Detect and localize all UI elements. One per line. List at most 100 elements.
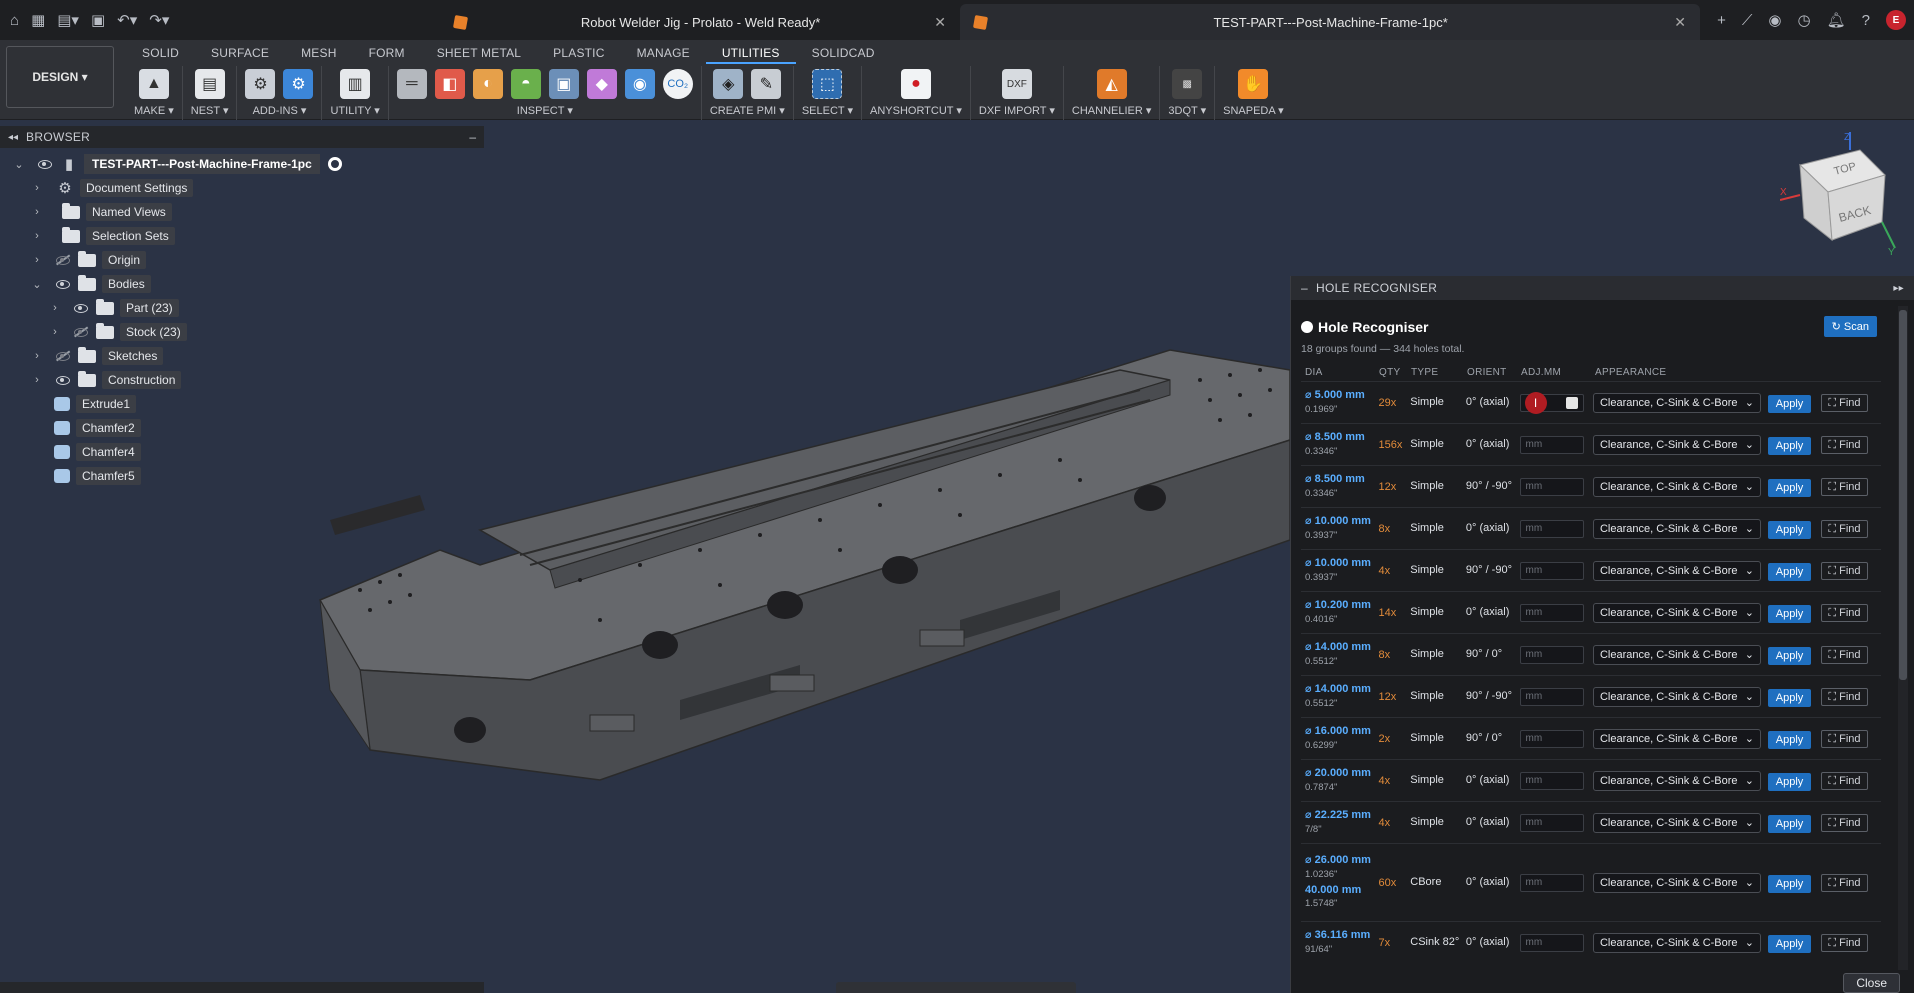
scripts-icon[interactable]: ⚙: [245, 69, 276, 99]
model-viewport[interactable]: [300, 320, 1300, 790]
tree-item-document-settings[interactable]: › ⚙ Document Settings: [0, 176, 484, 200]
adjust-mm-input[interactable]: mm: [1519, 687, 1584, 706]
apply-button[interactable]: Apply: [1767, 562, 1812, 581]
adjust-mm-input[interactable]: mm: [1519, 477, 1584, 496]
eye-icon[interactable]: [36, 158, 54, 170]
group-snapeda[interactable]: ✋ SNAPEDA ▾: [1215, 66, 1292, 120]
save-icon[interactable]: ▣: [91, 13, 105, 28]
home-icon[interactable]: ⌂: [10, 13, 19, 28]
undo-icon[interactable]: ↶▾: [117, 13, 137, 28]
avatar[interactable]: E: [1886, 10, 1906, 30]
group-anyshortcut[interactable]: ● ANYSHORTCUT ▾: [862, 66, 971, 120]
eye-icon[interactable]: [54, 374, 72, 386]
tree-item-part[interactable]: › Part (23): [0, 296, 484, 320]
find-button[interactable]: ⛶ Find: [1821, 478, 1868, 496]
minimize-icon[interactable]: –: [469, 130, 476, 144]
adjust-mm-input[interactable]: mm: [1519, 873, 1584, 892]
tab-utilities[interactable]: UTILITIES: [705, 40, 796, 64]
find-button[interactable]: ⛶ Find: [1821, 646, 1868, 664]
tab-sheet-metal[interactable]: SHEET METAL: [421, 40, 537, 64]
find-button[interactable]: ⛶ Find: [1821, 562, 1868, 580]
apply-button[interactable]: Apply: [1767, 478, 1812, 497]
collapse-icon[interactable]: –: [1301, 281, 1308, 295]
snapeda-icon[interactable]: ✋: [1238, 69, 1269, 99]
redo-icon[interactable]: ↷▾: [149, 13, 169, 28]
comments-panel-header[interactable]: [0, 982, 484, 993]
find-button[interactable]: ⛶ Find: [1821, 814, 1868, 832]
apply-button[interactable]: Apply: [1767, 730, 1812, 749]
tab-form[interactable]: FORM: [353, 40, 421, 64]
appearance-select[interactable]: Clearance, C-Sink & C-Bore ⌄: [1592, 812, 1761, 833]
notification-icon[interactable]: 🔔︎: [1827, 13, 1846, 28]
utility-icon[interactable]: ▥: [340, 69, 371, 99]
tree-item-bodies[interactable]: ⌄ Bodies: [0, 272, 484, 296]
file-icon[interactable]: ▤▾: [57, 13, 79, 28]
chevron-right-icon[interactable]: ›: [30, 182, 44, 194]
eye-hidden-icon[interactable]: [72, 326, 90, 338]
group-nest[interactable]: ▤ NEST ▾: [183, 66, 238, 120]
chevron-right-icon[interactable]: ›: [30, 254, 44, 266]
adjust-mm-input[interactable]: mm: [1519, 813, 1584, 832]
tab-solid[interactable]: SOLID: [126, 40, 195, 64]
find-button[interactable]: ⛶ Find: [1821, 730, 1868, 748]
adjust-mm-input[interactable]: mm: [1519, 435, 1584, 454]
chevron-right-icon[interactable]: ›: [30, 230, 44, 242]
view-cube[interactable]: TOP BACK Z X Y: [1780, 130, 1900, 260]
find-button[interactable]: ⛶ Find: [1821, 436, 1868, 454]
grid-icon[interactable]: ▦: [31, 13, 45, 28]
chevron-right-icon[interactable]: ›: [48, 326, 62, 338]
appearance-select[interactable]: Clearance, C-Sink & C-Bore ⌄: [1592, 872, 1761, 893]
apply-button[interactable]: Apply: [1767, 604, 1812, 623]
tab-surface[interactable]: SURFACE: [195, 40, 285, 64]
appearance-select[interactable]: Clearance, C-Sink & C-Bore ⌄: [1592, 728, 1761, 749]
add-ins-gear-icon[interactable]: ⚙: [283, 69, 314, 99]
workspace-switcher[interactable]: DESIGN ▾: [6, 46, 114, 108]
adjust-mm-input[interactable]: I: [1519, 391, 1584, 414]
apply-button[interactable]: Apply: [1767, 646, 1812, 665]
navigation-toolbar[interactable]: [836, 982, 1076, 993]
chevron-right-icon[interactable]: ›: [30, 350, 44, 362]
activate-radio-icon[interactable]: [327, 157, 342, 171]
pmi-icon[interactable]: ◈: [713, 69, 744, 99]
measure-icon[interactable]: ═: [396, 69, 427, 99]
appearance-select[interactable]: Clearance, C-Sink & C-Bore ⌄: [1592, 392, 1761, 413]
apply-button[interactable]: Apply: [1767, 814, 1812, 833]
close-icon[interactable]: ✕: [1674, 14, 1686, 31]
adjust-mm-input[interactable]: mm: [1519, 603, 1584, 622]
pmi-annotation-icon[interactable]: ✎: [751, 69, 782, 99]
chevron-down-icon[interactable]: ⌄: [12, 158, 26, 171]
new-tab-icon[interactable]: +: [1717, 13, 1726, 28]
chevron-right-icon[interactable]: ›: [30, 374, 44, 386]
appearance-select[interactable]: Clearance, C-Sink & C-Bore ⌄: [1592, 932, 1761, 953]
find-button[interactable]: ⛶ Find: [1821, 604, 1868, 622]
draft-analysis-icon[interactable]: ◆: [586, 69, 617, 99]
document-tab-1[interactable]: Robot Welder Jig - Prolato - Weld Ready*…: [440, 4, 960, 40]
appearance-select[interactable]: Clearance, C-Sink & C-Bore ⌄: [1592, 602, 1761, 623]
apply-button[interactable]: Apply: [1767, 688, 1812, 707]
stepper-icon[interactable]: [1565, 396, 1578, 409]
appearance-select[interactable]: Clearance, C-Sink & C-Bore ⌄: [1592, 644, 1761, 665]
tab-manage[interactable]: MANAGE: [621, 40, 706, 64]
close-icon[interactable]: ✕: [934, 14, 946, 31]
extensions-icon[interactable]: ⟋: [1742, 13, 1753, 28]
appearance-select[interactable]: Clearance, C-Sink & C-Bore ⌄: [1592, 518, 1761, 539]
find-button[interactable]: ⛶ Find: [1821, 934, 1868, 952]
apply-button[interactable]: Apply: [1767, 772, 1812, 791]
eye-icon[interactable]: [54, 278, 72, 290]
chevron-right-icon[interactable]: ›: [48, 302, 62, 314]
collapse-panel-icon[interactable]: ◂◂: [8, 132, 18, 143]
apply-button[interactable]: Apply: [1767, 520, 1812, 539]
group-3dqt[interactable]: ▩ 3DQT ▾: [1160, 66, 1216, 120]
online-icon[interactable]: ◉: [1768, 13, 1781, 28]
co2-icon[interactable]: CO₂: [662, 69, 693, 99]
appearance-select[interactable]: Clearance, C-Sink & C-Bore ⌄: [1592, 770, 1761, 791]
select-icon[interactable]: ⬚: [812, 69, 843, 99]
group-select[interactable]: ⬚ SELECT ▾: [794, 66, 862, 120]
adjust-mm-input[interactable]: mm: [1519, 729, 1584, 748]
make-icon[interactable]: ▲: [138, 69, 169, 99]
find-button[interactable]: ⛶ Find: [1821, 874, 1868, 892]
job-status-icon[interactable]: ◷: [1798, 13, 1811, 28]
group-create-pmi[interactable]: ◈ ✎ CREATE PMI ▾: [702, 66, 794, 120]
tab-plastic[interactable]: PLASTIC: [537, 40, 620, 64]
adjust-mm-input[interactable]: mm: [1519, 771, 1584, 790]
